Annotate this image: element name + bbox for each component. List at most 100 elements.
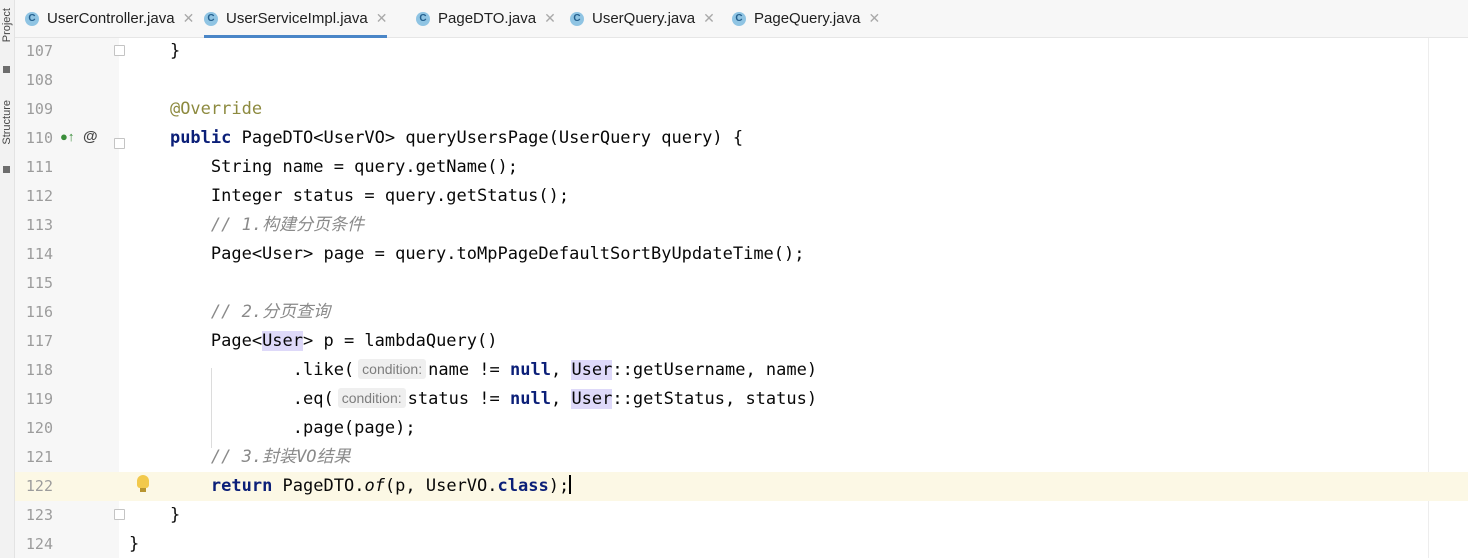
java-class-icon: C [204,11,218,26]
tab-pagequery[interactable]: C PageQuery.java ✕ [732,0,880,37]
code-line[interactable]: 107 } [15,37,1468,66]
line-number: 108 [25,71,53,89]
tab-label: PageDTO.java [438,10,537,27]
comment: // 1.构建分页条件 [210,215,365,235]
tab-pagedto[interactable]: C PageDTO.java ✕ [416,0,556,37]
highlighted-type: User [262,331,304,351]
close-icon[interactable]: ✕ [376,10,388,27]
comment: // 3.封装VO结果 [210,447,351,467]
code-text: return PageDTO.of(p, UserVO.class); [129,472,572,501]
code-line[interactable]: 123 } [15,501,1468,530]
code-text: // 1.构建分页条件 [129,211,364,240]
line-number: 121 [25,448,53,466]
code-line[interactable]: 122 return PageDTO.of(p, UserVO.class); [15,472,1468,501]
tab-userserviceimpl[interactable]: C UserServiceImpl.java ✕ [204,0,388,38]
code-text: Integer status = query.getStatus(); [129,182,569,211]
keyword: class [497,476,549,496]
tab-usercontroller[interactable]: C UserController.java ✕ [25,0,194,37]
code-text: Page<User> p = lambdaQuery() [129,327,497,356]
code-text: } [129,37,180,66]
code-line[interactable]: 114 Page<User> page = query.toMpPageDefa… [15,240,1468,269]
code-line[interactable]: 124} [15,530,1468,559]
editor-tab-bar: C UserController.java ✕ C UserServiceImp… [15,0,1468,38]
code-text: .page(page); [129,414,416,443]
code-token: PageDTO<UserVO> queryUsersPage(UserQuery… [231,128,744,148]
line-number: 120 [25,419,53,437]
implementation-marker-icon[interactable]: ●↑ [60,129,74,144]
code-line[interactable]: 111 String name = query.getName(); [15,153,1468,182]
code-line[interactable]: 109 @Override [15,95,1468,124]
java-class-icon: C [416,11,430,26]
project-icon [3,66,10,73]
code-token: , [550,389,572,409]
indent-guide [211,368,212,448]
code-line[interactable]: 120 .page(page); [15,414,1468,443]
keyword: public [169,128,232,148]
override-marker-icon[interactable]: @ [83,128,98,145]
code-line[interactable]: 110 public PageDTO<UserVO> queryUsersPag… [15,124,1468,153]
code-text: @Override [129,95,262,124]
code-text: // 2.分页查询 [129,298,330,327]
code-token: .eq( [129,389,334,409]
highlighted-type: User [571,360,613,380]
code-token: ); [548,476,570,496]
comment: // 2.分页查询 [210,302,331,322]
close-icon[interactable]: ✕ [183,10,195,27]
line-number: 115 [25,274,53,292]
fold-marker-icon[interactable] [114,509,125,520]
code-token: ::getStatus, status) [612,389,818,409]
java-class-icon: C [732,11,746,26]
close-icon[interactable]: ✕ [868,10,880,27]
code-text: public PageDTO<UserVO> queryUsersPage(Us… [129,124,743,153]
text-caret [569,475,572,494]
code-line[interactable]: 121 // 3.封装VO结果 [15,443,1468,472]
line-number: 122 [25,477,53,495]
close-icon[interactable]: ✕ [703,10,715,27]
code-line[interactable]: 118 .like(condition: name != null, User::… [15,356,1468,385]
code-line[interactable]: 117 Page<User> p = lambdaQuery() [15,327,1468,356]
project-tool-button[interactable]: Project [1,8,13,42]
line-number: 107 [25,42,53,60]
code-token: String name = query.getName(); [129,157,518,177]
code-token: } [129,505,181,525]
code-token: } [129,41,181,61]
keyword: null [510,389,551,409]
code-token: ::getUsername, name) [612,360,818,380]
structure-icon [3,166,10,173]
code-token: PageDTO. [272,476,365,496]
code-line[interactable]: 119 .eq(condition: status != null, User::… [15,385,1468,414]
tab-label: PageQuery.java [754,10,861,27]
code-token: } [129,534,140,554]
code-token: .like( [129,360,355,380]
tab-userquery[interactable]: C UserQuery.java ✕ [570,0,715,37]
fold-marker-icon[interactable] [114,138,125,149]
lightbulb-icon[interactable] [137,475,149,488]
code-line[interactable]: 108 [15,66,1468,95]
line-number: 123 [25,506,53,524]
code-text: Page<User> page = query.toMpPageDefaultS… [129,240,805,269]
code-line[interactable]: 115 [15,269,1468,298]
line-number: 109 [25,100,53,118]
code-token: > p = lambdaQuery() [303,331,498,351]
code-line[interactable]: 116 // 2.分页查询 [15,298,1468,327]
lightbulb-base [140,488,146,492]
code-line[interactable]: 113 // 1.构建分页条件 [15,211,1468,240]
code-text: } [129,501,180,530]
close-icon[interactable]: ✕ [544,10,556,27]
line-number: 112 [25,187,53,205]
code-line[interactable]: 112 Integer status = query.getStatus(); [15,182,1468,211]
parameter-hint: condition: [358,359,427,379]
code-text: String name = query.getName(); [129,153,518,182]
structure-tool-button[interactable]: Structure [1,100,13,145]
code-editor[interactable]: 107 } 108 109 @Override 110 public PageDTO<… [15,38,1468,558]
line-number: 116 [25,303,53,321]
keyword: return [210,476,273,496]
fold-marker-icon[interactable] [114,45,125,56]
tool-window-sidebar: Project Structure [0,0,15,558]
code-text: .eq(condition: status != null, User::getS… [129,385,817,414]
keyword: null [510,360,551,380]
